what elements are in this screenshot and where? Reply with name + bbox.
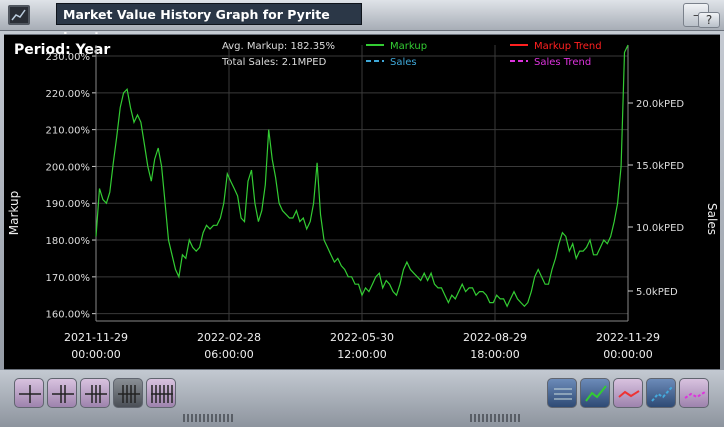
y2-tick-label: 5.0kPED [636, 287, 678, 298]
sales-trend-icon[interactable] [679, 378, 709, 408]
legend-label: Sales Trend [534, 57, 591, 68]
legend-label: Markup Trend [534, 41, 602, 52]
sales-line-icon[interactable] [646, 378, 676, 408]
x-tick-date: 2022-11-29 [596, 331, 660, 344]
x-tick-date: 2022-05-30 [330, 331, 394, 344]
y-tick-label: 190.00% [46, 199, 91, 210]
y-tick-label: 230.00% [46, 52, 91, 63]
grid-5-icon[interactable] [146, 378, 176, 408]
x-tick-time: 12:00:00 [337, 348, 386, 361]
markup-line-icon[interactable] [580, 378, 610, 408]
bottom-toolbar [0, 370, 724, 427]
market-value-window: Market Value History Graph for Pyrite In… [0, 0, 724, 427]
x-tick-time: 00:00:00 [71, 348, 120, 361]
legend-label: Markup [390, 41, 427, 52]
y-tick-label: 220.00% [46, 89, 91, 100]
y2-axis-title: Sales [705, 203, 719, 235]
grid-1-icon[interactable] [14, 378, 44, 408]
avg-markup-text: Avg. Markup: 182.35% [222, 41, 335, 52]
y2-tick-label: 20.0kPED [636, 99, 684, 110]
y-tick-label: 170.00% [46, 273, 91, 284]
total-sales-text: Total Sales: 2.1MPED [221, 57, 327, 68]
markup-trend-icon[interactable] [613, 378, 643, 408]
x-tick-date: 2021-11-29 [64, 331, 128, 344]
x-tick-time: 00:00:00 [603, 348, 652, 361]
resize-grip[interactable] [470, 414, 522, 422]
y-tick-label: 180.00% [46, 236, 91, 247]
titlebar: Market Value History Graph for Pyrite In… [0, 0, 724, 44]
y2-tick-label: 15.0kPED [636, 161, 684, 172]
y-tick-label: 210.00% [46, 126, 91, 137]
y-axis-title: Markup [7, 191, 21, 235]
y2-tick-label: 10.0kPED [636, 223, 684, 234]
market-history-chart: Period: Year Avg. Markup: 182.35%Total Sa… [7, 41, 719, 361]
list-icon[interactable] [547, 378, 577, 408]
y-tick-label: 200.00% [46, 162, 91, 173]
x-tick-date: 2022-02-28 [197, 331, 261, 344]
x-tick-time: 18:00:00 [470, 348, 519, 361]
window-title: Market Value History Graph for Pyrite In… [56, 3, 362, 44]
grid-2-icon[interactable] [47, 378, 77, 408]
y-tick-label: 160.00% [46, 310, 91, 321]
chart-panel: Period: Year Avg. Markup: 182.35% Total Sa… [4, 34, 720, 370]
resize-grip[interactable] [183, 414, 235, 422]
graph-icon [8, 5, 30, 25]
x-tick-time: 06:00:00 [204, 348, 253, 361]
x-tick-date: 2022-08-29 [463, 331, 527, 344]
legend-label: Sales [390, 57, 417, 68]
grid-4-icon[interactable] [113, 378, 143, 408]
help-icon[interactable]: ? [698, 12, 720, 28]
grid-3-icon[interactable] [80, 378, 110, 408]
